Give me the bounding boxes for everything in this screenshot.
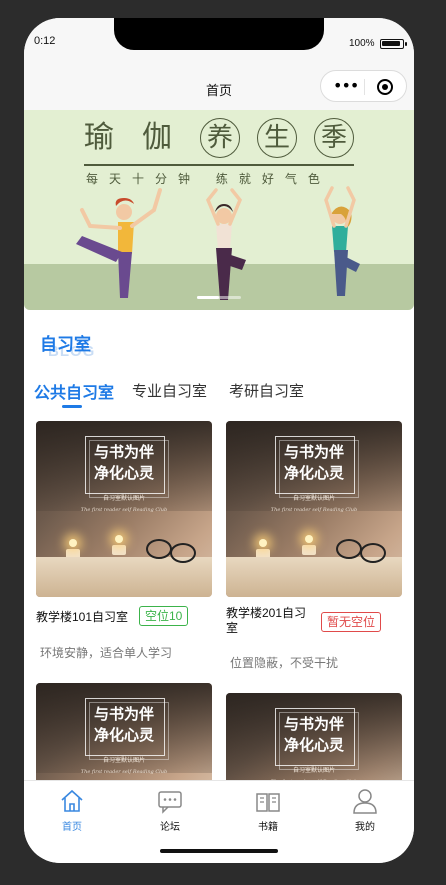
book-icon [256, 793, 280, 812]
phone-screen: 0:12 100% 首页 ••• 瑜 伽 养 生 季 每天十分钟 练就好气色 B… [24, 18, 414, 863]
yoga-figure-right [324, 186, 360, 296]
tabbar-label: 书籍 [258, 822, 278, 833]
more-icon[interactable]: ••• [333, 78, 359, 94]
yoga-figure-left [76, 188, 162, 298]
battery-percent: 100% [349, 38, 375, 49]
tab-public-study-room[interactable]: 公共自习室 [34, 379, 114, 403]
availability-badge: 空位10 [139, 606, 189, 626]
close-target-icon[interactable] [377, 79, 393, 95]
banner-carousel[interactable]: 瑜 伽 养 生 季 每天十分钟 练就好气色 [24, 110, 414, 310]
user-icon [353, 789, 377, 814]
room-name[interactable]: 教学楼101自习室 [36, 610, 128, 625]
home-indicator [160, 849, 278, 853]
yoga-figure-middle [205, 188, 246, 300]
room-card-image[interactable]: 与书为伴 净化心灵 自习室默认图片 The first reader self … [226, 421, 402, 597]
carousel-indicator[interactable] [197, 296, 241, 299]
room-name[interactable]: 教学楼201自习室 [226, 606, 316, 636]
forum-icon [158, 791, 182, 814]
yoga-illustration [76, 186, 360, 300]
room-card-image[interactable]: 与书为伴 净化心灵 自习室默认图片 The first reader self … [36, 421, 212, 597]
section-title: 自习室 [40, 335, 91, 354]
room-description: 环境安静，适合单人学习 [40, 646, 173, 660]
room-description: 位置隐蔽，不受干扰 [230, 656, 339, 670]
mini-program-capsule[interactable]: ••• [320, 70, 407, 102]
availability-badge: 暂无空位 [321, 612, 382, 632]
tabbar-label: 论坛 [160, 822, 180, 833]
active-tab-indicator [62, 405, 82, 408]
tab-professional-study-room[interactable]: 专业自习室 [132, 380, 207, 401]
tab-exam-study-room[interactable]: 考研自习室 [229, 380, 304, 401]
home-icon [61, 789, 83, 812]
tabbar-label: 首页 [62, 822, 82, 833]
status-time: 0:12 [34, 35, 56, 47]
tabbar-label: 我的 [355, 822, 375, 833]
battery-icon [380, 39, 407, 49]
notch [114, 18, 324, 50]
